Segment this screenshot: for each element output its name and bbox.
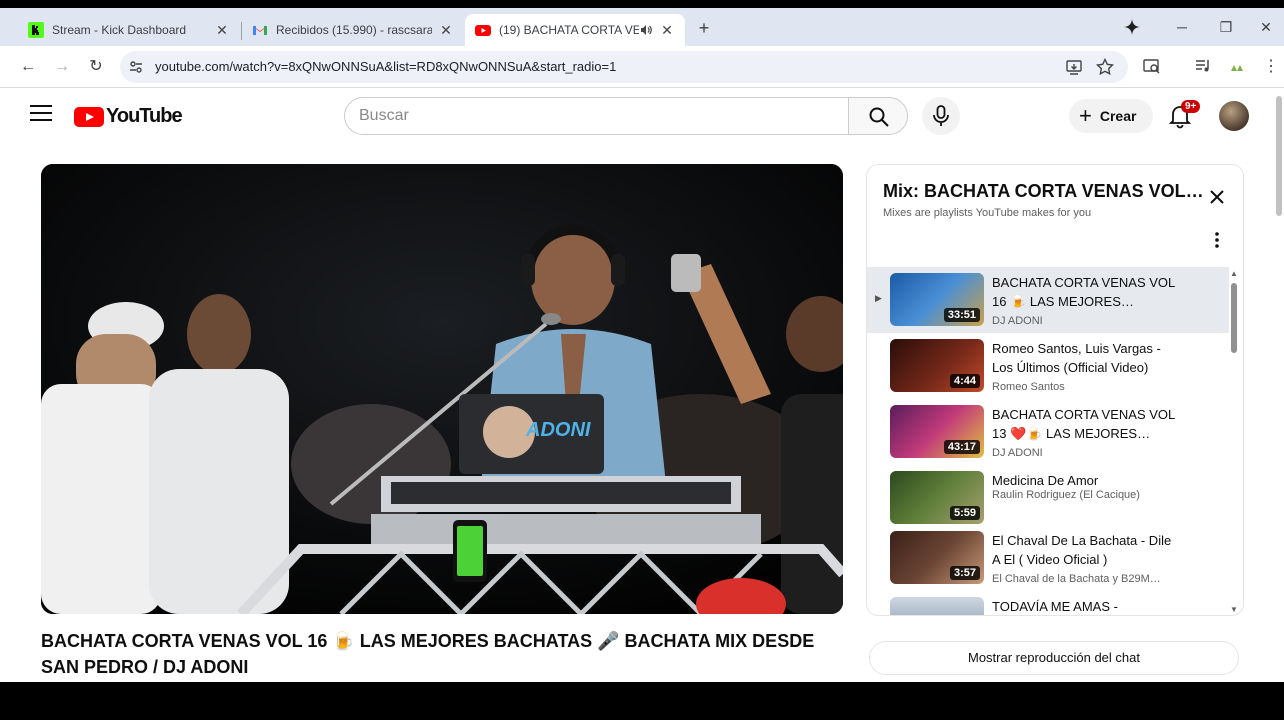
video-thumbnail[interactable]: 33:51 [890,273,984,326]
playlist-panel: Mix: BACHATA CORTA VENAS VOL… Mixes are … [866,164,1244,616]
video-thumbnail[interactable]: 5:59 [890,471,984,524]
browser-window: Stream - Kick Dashboard ✕ Recibidos (15.… [0,8,1284,682]
video-thumbnail[interactable]: 3:57 [890,531,984,584]
youtube-play-icon [74,106,104,127]
video-title: BACHATA CORTA VENAS VOL 16 🍺 LAS MEJORES… [41,631,815,677]
search-icon [869,107,889,127]
laptop-sticker-text: ADONI [525,419,591,441]
video-duration: 4:44 [949,374,980,388]
speaker-icon[interactable] [639,23,653,37]
tab-gmail[interactable]: Recibidos (15.990) - rascsarang… ✕ [242,14,464,46]
youtube-logo-text: YouTube [106,105,183,127]
close-icon[interactable]: ✕ [214,22,230,39]
bookmark-star-icon[interactable] [1095,57,1115,77]
youtube-header: YouTube + Crear 9+ [0,89,1284,143]
playlist-item-channel: Romeo Santos [992,381,1065,393]
gmail-icon [253,26,267,35]
kick-icon [28,22,44,38]
playlist-item[interactable]: 43:17 BACHATA CORTA VENAS VOL 13 ❤️🍺 LAS… [867,399,1229,465]
create-button[interactable]: + Crear [1069,99,1153,133]
playlist-item[interactable]: TODAVÍA ME AMAS - AVENTURA / INTRO [867,591,1229,615]
scroll-up-icon[interactable]: ▲ [1230,269,1238,278]
hamburger-menu-icon[interactable] [30,105,52,125]
voice-search-button[interactable] [922,97,960,135]
playlist-item-channel: DJ ADONI [992,447,1043,459]
gemini-icon[interactable] [1123,18,1141,36]
video-duration: 33:51 [943,308,980,322]
tab-title: Recibidos (15.990) - rascsarang… [276,23,432,37]
playlist-item[interactable]: 4:44 Romeo Santos, Luis Vargas - Los Últ… [867,333,1229,399]
close-window-button[interactable]: ✕ [1246,14,1284,40]
new-tab-button[interactable]: + [693,17,715,39]
create-label: Crear [1099,108,1137,124]
media-control-icon[interactable] [1193,56,1213,76]
search-box[interactable] [344,97,849,135]
playlist-subtitle: Mixes are playlists YouTube makes for yo… [883,207,1092,219]
more-options-icon[interactable] [1211,231,1223,249]
browser-toolbar: ← → ↻ youtube.com/watch?v=8xQNwONNSuA&li… [0,46,1284,88]
playlist-item[interactable]: ▶ 33:51 BACHATA CORTA VENAS VOL 16 🍺 LAS… [867,267,1229,333]
tab-title: (19) BACHATA CORTA VENA… [499,23,639,37]
tab-title: Stream - Kick Dashboard [52,23,187,37]
playlist-scrollbar[interactable] [1231,283,1237,353]
show-chat-replay-button[interactable]: Mostrar reproducción del chat [869,641,1239,675]
playlist-item-channel: El Chaval de la Bachata y B29M… [992,573,1161,585]
browser-menu-icon[interactable]: ⋮ [1258,54,1284,80]
tab-youtube[interactable]: (19) BACHATA CORTA VENA… ✕ [465,14,685,46]
video-duration: 43:17 [943,440,980,454]
playlist-item-title: Romeo Santos, Luis Vargas - Los Últimos … [992,341,1161,375]
playlist-item-title: Medicina De Amor [992,473,1099,488]
playlist-item-title: TODAVÍA ME AMAS - AVENTURA / INTRO [992,599,1118,614]
search-input[interactable] [359,107,829,125]
playlist-item-channel: Raulin Rodriguez (El Cacique) [992,489,1140,501]
tab-kick[interactable]: Stream - Kick Dashboard ✕ [18,14,240,46]
playlist-item-title: BACHATA CORTA VENAS VOL 16 🍺 LAS MEJORES… [992,275,1175,309]
tab-strip: Stream - Kick Dashboard ✕ Recibidos (15.… [0,8,1284,46]
video-thumbnail[interactable]: 4:44 [890,339,984,392]
video-thumbnail[interactable]: 43:17 [890,405,984,458]
youtube-icon [475,25,491,36]
now-playing-icon: ▶ [875,293,882,303]
video-duration: 5:59 [949,506,980,520]
video-thumbnail[interactable] [890,597,984,615]
playlist-item-title: El Chaval De La Bachata - Dile A El ( Vi… [992,533,1172,567]
url-text[interactable]: youtube.com/watch?v=8xQNwONNSuA&list=RD8… [155,59,616,74]
extension-icon[interactable] [1227,56,1247,76]
video-frame: ADONI [41,164,843,614]
site-settings-icon[interactable] [128,59,144,75]
youtube-logo[interactable]: YouTube [74,105,183,128]
video-player[interactable]: ADONI [41,164,843,614]
reading-mode-icon[interactable] [1142,56,1162,76]
close-icon[interactable]: ✕ [659,22,675,39]
install-app-icon[interactable] [1064,57,1084,77]
forward-button[interactable]: → [49,54,75,80]
playlist-title[interactable]: Mix: BACHATA CORTA VENAS VOL… [883,181,1204,202]
video-duration: 3:57 [949,566,980,580]
search-button[interactable] [848,97,908,135]
playlist-item[interactable]: 3:57 El Chaval De La Bachata - Dile A El… [867,525,1229,591]
plus-icon: + [1079,103,1092,128]
close-icon[interactable]: ✕ [438,22,454,39]
microphone-icon [933,105,949,126]
reload-button[interactable]: ↻ [83,54,109,80]
notification-badge: 9+ [1181,100,1201,113]
playlist-item[interactable]: 5:59 Medicina De Amor Raulin Rodriguez (… [867,465,1229,531]
page-scrollbar[interactable] [1276,96,1282,216]
account-avatar[interactable] [1219,101,1249,131]
back-button[interactable]: ← [15,54,41,80]
address-bar[interactable]: youtube.com/watch?v=8xQNwONNSuA&list=RD8… [120,51,1128,83]
close-icon[interactable] [1207,187,1227,207]
playlist-item-title: BACHATA CORTA VENAS VOL 13 ❤️🍺 LAS MEJOR… [992,407,1175,441]
maximize-button[interactable]: ❐ [1206,14,1246,40]
playlist-item-channel: DJ ADONI [992,315,1043,327]
scroll-down-icon[interactable]: ▼ [1230,605,1238,614]
minimize-button[interactable]: ─ [1162,14,1202,40]
